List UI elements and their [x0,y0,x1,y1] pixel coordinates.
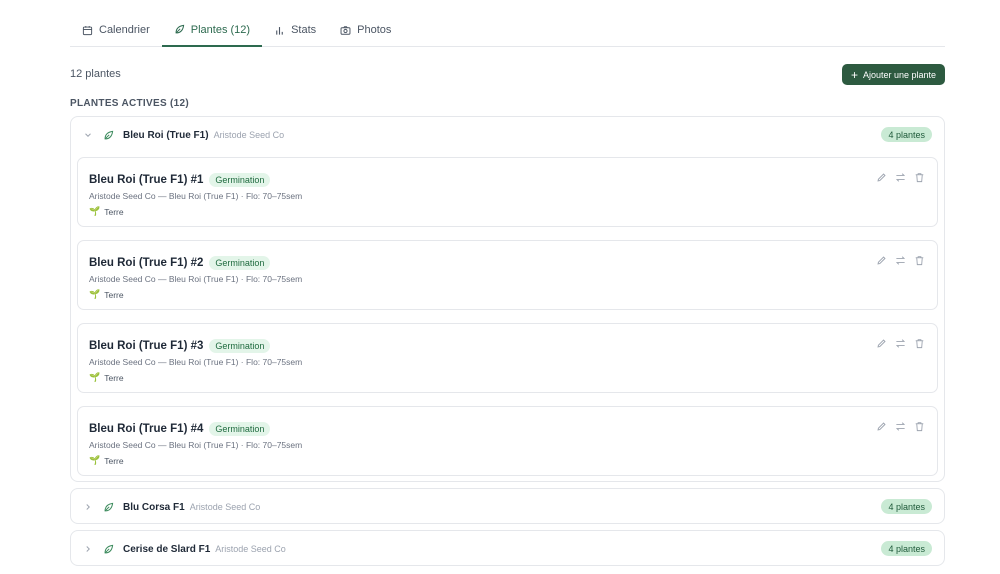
plant-count-badge: 4 plantes [881,541,932,556]
chevron-right-icon[interactable] [83,544,93,554]
plant-count: 12 plantes [70,68,121,80]
chevron-down-icon[interactable] [83,130,93,140]
edit-icon[interactable] [876,255,887,266]
plant-group: Blu Corsa F1 Aristode Seed Co 4 plantes [70,488,945,524]
group-name: Blu Corsa F1 [123,501,185,513]
tab-label: Photos [357,24,392,36]
plant-count-badge: 4 plantes [881,499,932,514]
group-supplier: Aristode Seed Co [215,544,286,554]
group-supplier: Aristode Seed Co [189,502,261,512]
bar-chart-icon [276,26,283,35]
plus-icon: + [850,67,858,82]
add-plant-label: Ajouter une plante [862,69,937,80]
edit-icon[interactable] [876,421,887,432]
sprout-icon: 🌱 [89,455,101,465]
leaf-icon [104,502,114,511]
status-badge: Germination [209,339,271,353]
edit-icon[interactable] [876,338,887,349]
group-header[interactable]: Blu Corsa F1 Aristode Seed Co 4 plantes [71,489,944,525]
transfer-icon[interactable] [895,421,906,432]
group-header[interactable]: Cerise de Slard F1 Aristode Seed Co 4 pl… [71,531,944,567]
leaf-icon [104,130,114,139]
plant-details: Aristode Seed Co — Bleu Roi (True F1) · … [89,191,303,201]
edit-icon[interactable] [876,172,887,183]
add-plant-button[interactable]: + Ajouter une plante [842,64,945,85]
plant-card[interactable]: Bleu Roi (True F1) #4 Germination Aristo… [77,406,938,476]
plant-card[interactable]: Bleu Roi (True F1) #1 Germination Aristo… [77,157,938,227]
status-badge: Germination [209,256,271,270]
plant-details: Aristode Seed Co — Bleu Roi (True F1) · … [89,274,303,284]
transfer-icon[interactable] [895,338,906,349]
sprout-icon: 🌱 [89,372,101,382]
plant-card[interactable]: Bleu Roi (True F1) #3 Germination Aristo… [77,323,938,393]
plant-name: Bleu Roi (True F1) #4 [89,423,204,435]
plant-name: Bleu Roi (True F1) #1 [89,174,204,186]
leaf-icon [104,544,114,553]
plant-location: Terre [104,206,124,217]
camera-icon [340,25,351,35]
tab-label: Stats [291,24,317,36]
tab-label: Plantes (12) [190,23,251,36]
status-badge: Germination [209,422,271,436]
plant-location: Terre [104,455,124,466]
sprout-icon: 🌱 [89,289,101,299]
group-name: Cerise de Slard F1 [123,543,211,555]
tab-calendrier[interactable]: Calendrier [70,14,162,46]
plant-name: Bleu Roi (True F1) #3 [89,340,204,352]
transfer-icon[interactable] [895,172,906,183]
trash-icon[interactable] [914,172,925,183]
trash-icon[interactable] [914,421,925,432]
trash-icon[interactable] [914,255,925,266]
group-supplier: Aristode Seed Co [213,130,285,140]
calendar-icon [82,25,93,35]
plant-group: Cerise de Slard F1 Aristode Seed Co 4 pl… [70,530,945,566]
tab-plantes[interactable]: Plantes (12) [161,14,263,47]
plant-card[interactable]: Bleu Roi (True F1) #2 Germination Aristo… [77,240,938,310]
tab-bar: Calendrier Plantes (12) Stats Photos [70,14,945,47]
plant-details: Aristode Seed Co — Bleu Roi (True F1) · … [89,440,303,450]
section-title: PLANTES ACTIVES (12) [70,98,189,109]
sprout-icon: 🌱 [89,206,101,216]
plant-location: Terre [104,372,124,383]
group-header[interactable]: Bleu Roi (True F1) Aristode Seed Co 4 pl… [71,117,944,153]
plant-group: Bleu Roi (True F1) Aristode Seed Co 4 pl… [70,116,945,482]
tab-label: Calendrier [99,24,150,36]
transfer-icon[interactable] [895,255,906,266]
plant-location: Terre [104,289,124,300]
plant-name: Bleu Roi (True F1) #2 [89,257,204,269]
plant-count-badge: 4 plantes [881,127,932,142]
chevron-right-icon[interactable] [83,502,93,512]
tab-photos[interactable]: Photos [328,14,403,46]
tab-stats[interactable]: Stats [262,14,328,46]
group-name: Bleu Roi (True F1) [123,129,209,141]
plant-details: Aristode Seed Co — Bleu Roi (True F1) · … [89,357,303,367]
trash-icon[interactable] [914,338,925,349]
leaf-icon [175,24,184,34]
status-badge: Germination [209,173,271,187]
